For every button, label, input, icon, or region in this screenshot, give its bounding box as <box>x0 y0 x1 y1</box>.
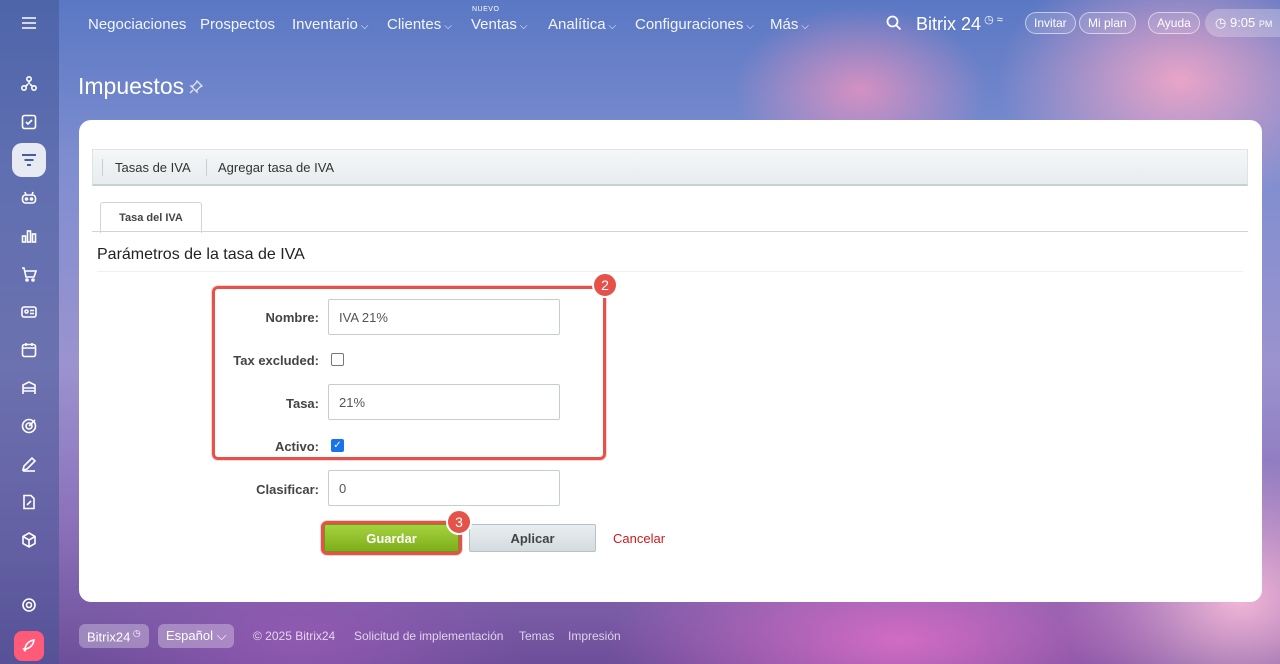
section-title: Parámetros de la tasa de IVA <box>97 246 305 263</box>
chevron-down-icon: ⌵ <box>608 21 617 32</box>
footer-implementation-link[interactable]: Solicitud de implementación <box>354 629 503 643</box>
highlight-box-form <box>212 286 606 460</box>
step-badge: 3 <box>446 509 472 535</box>
invite-button[interactable]: Invitar <box>1025 12 1076 34</box>
tasks-icon[interactable] <box>12 105 46 139</box>
step-badge: 2 <box>592 272 618 298</box>
nav-new-tag: NUEVO <box>472 6 500 13</box>
nav-analitica[interactable]: Analítica ⌵ <box>548 16 616 33</box>
nav-ventas[interactable]: Ventas ⌵ <box>471 16 527 33</box>
nav-inventario[interactable]: Inventario ⌵ <box>292 16 368 33</box>
help-button[interactable]: Ayuda <box>1148 12 1200 34</box>
sitemap-icon[interactable] <box>12 67 46 101</box>
chevron-down-icon: ⌵ <box>746 21 754 32</box>
footer-print-link[interactable]: Impresión <box>568 629 621 643</box>
toolbar-vat-rates-link[interactable]: Tasas de IVA <box>115 160 191 175</box>
cancel-link[interactable]: Cancelar <box>613 531 665 546</box>
analytics-icon[interactable] <box>12 219 46 253</box>
calendar-icon[interactable] <box>12 333 46 367</box>
chevron-down-icon: ⌵ <box>444 21 452 32</box>
toolbar-divider <box>206 159 207 176</box>
store-icon[interactable] <box>12 371 46 405</box>
sort-input[interactable] <box>328 470 560 506</box>
clock-icon: ◷ <box>1215 15 1230 30</box>
chevron-down-icon: ⌵ <box>801 21 809 32</box>
chevron-down-icon: ⌵ <box>216 628 227 643</box>
rocket-icon[interactable] <box>14 631 44 661</box>
nav-configuraciones[interactable]: Configuraciones ⌵ <box>635 16 754 33</box>
highlight-box-save <box>321 521 462 555</box>
sort-label: Clasificar: <box>256 482 319 497</box>
context-toolbar: Tasas de IVA Agregar tasa de IVA <box>92 149 1248 186</box>
search-icon[interactable] <box>886 15 902 36</box>
left-sidebar <box>0 0 59 664</box>
chevron-down-icon: ⌵ <box>360 21 369 32</box>
cart-icon[interactable] <box>12 257 46 291</box>
nav-negociaciones[interactable]: Negociaciones <box>88 16 186 33</box>
main-card: Tasas de IVA Agregar tasa de IVA Tasa de… <box>79 120 1262 602</box>
chevron-down-icon: ⌵ <box>519 21 528 32</box>
footer-bitrix24-button[interactable]: Bitrix24 ◷ <box>79 624 149 648</box>
footer-themes-link[interactable]: Temas <box>519 629 554 643</box>
bitrix24-logo[interactable]: Bitrix 24 ◷ ≈ <box>916 13 1003 35</box>
settings-gear-icon[interactable] <box>12 588 46 622</box>
tab-vat-rate[interactable]: Tasa del IVA <box>100 202 202 233</box>
box-icon[interactable] <box>12 523 46 557</box>
apply-button[interactable]: Aplicar <box>469 524 596 552</box>
document-sign-icon[interactable] <box>12 485 46 519</box>
pin-icon[interactable] <box>189 79 204 99</box>
bot-icon[interactable] <box>12 181 46 215</box>
tab-divider <box>92 231 1248 232</box>
language-selector[interactable]: Español ⌵ <box>158 624 235 648</box>
menu-icon[interactable] <box>12 6 46 40</box>
page-title: Impuestos <box>78 73 185 99</box>
top-navigation: Negociaciones Prospectos Inventario ⌵ Cli… <box>59 0 1280 48</box>
nav-mas[interactable]: Más ⌵ <box>770 16 809 33</box>
section-divider <box>97 271 1243 272</box>
nav-clientes[interactable]: Clientes ⌵ <box>387 16 452 33</box>
nav-prospectos[interactable]: Prospectos <box>200 16 275 33</box>
toolbar-add-vat-rate-link[interactable]: Agregar tasa de IVA <box>218 160 334 175</box>
work-time-clock[interactable]: ◷ 9:05 PM <box>1205 9 1280 37</box>
pen-icon[interactable] <box>12 447 46 481</box>
crm-funnel-icon[interactable] <box>12 143 46 177</box>
my-plan-button[interactable]: Mi plan <box>1079 12 1136 34</box>
toolbar-divider <box>102 159 103 176</box>
contact-card-icon[interactable] <box>12 295 46 329</box>
target-icon[interactable] <box>12 409 46 443</box>
footer-copyright: © 2025 Bitrix24 <box>253 629 336 643</box>
